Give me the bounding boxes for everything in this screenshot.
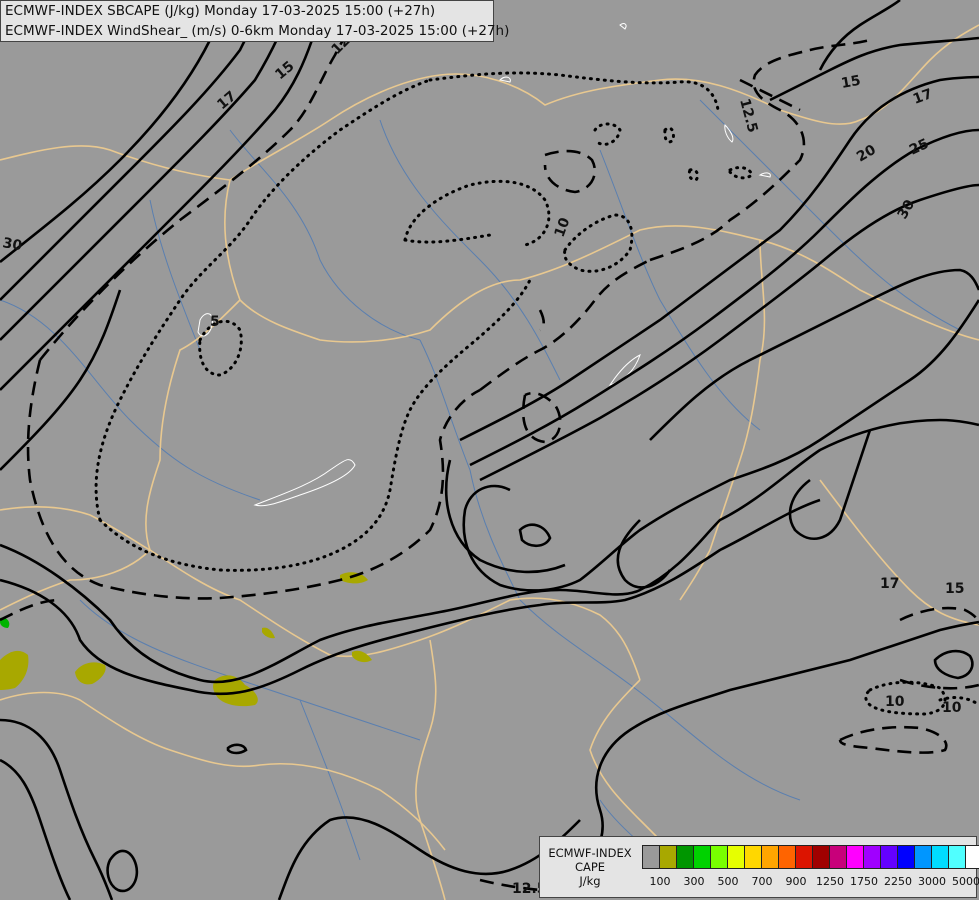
legend-swatch — [728, 846, 745, 868]
legend-tick-label: 900 — [785, 875, 807, 888]
title-line-windshear: ECMWF-INDEX WindShear_ (m/s) 0-6km Monda… — [5, 23, 510, 39]
contour-label: 30 — [1, 235, 23, 254]
legend-swatch — [677, 846, 694, 868]
contour-label: 15 — [840, 73, 862, 92]
legend-swatch — [898, 846, 915, 868]
legend-swatch — [847, 846, 864, 868]
contour-label: 5 — [210, 314, 220, 330]
map-title-box: ECMWF-INDEX SBCAPE (J/kg) Monday 17-03-2… — [0, 0, 510, 42]
legend-swatch — [660, 846, 677, 868]
legend-tick-label: 700 — [751, 875, 773, 888]
legend-title-line: CAPE — [574, 860, 606, 874]
legend-title: ECMWF-INDEX CAPE J/kg — [542, 846, 638, 888]
legend-swatch — [830, 846, 847, 868]
legend-tick-label: 1750 — [850, 875, 878, 888]
legend-swatch — [694, 846, 711, 868]
legend-tick-label: 500 — [717, 875, 739, 888]
legend-swatch — [643, 846, 660, 868]
contour-label: 10 — [942, 700, 962, 716]
legend-color-scale — [642, 845, 979, 869]
legend-swatch — [796, 846, 813, 868]
legend-swatch — [881, 846, 898, 868]
legend-swatch — [932, 846, 949, 868]
legend-swatch — [949, 846, 966, 868]
legend-swatch — [966, 846, 979, 868]
legend-swatch — [915, 846, 932, 868]
legend-tick-label: 5000 — [952, 875, 979, 888]
legend-tick-label: 2250 — [884, 875, 912, 888]
legend-tick-label: 100 — [649, 875, 671, 888]
legend-swatch — [813, 846, 830, 868]
title-line-cape: ECMWF-INDEX SBCAPE (J/kg) Monday 17-03-2… — [5, 3, 436, 19]
contour-label: 17 — [880, 576, 899, 592]
legend-title-line: ECMWF-INDEX — [548, 846, 632, 860]
legend-swatch — [745, 846, 762, 868]
contour-label: 10 — [885, 694, 905, 710]
legend-tick-label: 1250 — [816, 875, 844, 888]
map-background — [0, 0, 979, 900]
legend-swatch — [864, 846, 881, 868]
legend-swatch — [762, 846, 779, 868]
weather-map: 5 10 12.5 15 17 20 25 30 15 17 10 10 12.… — [0, 0, 979, 900]
legend-tick-label: 300 — [683, 875, 705, 888]
legend-swatch — [711, 846, 728, 868]
cape-legend: ECMWF-INDEX CAPE J/kg 100 300 500 700 900 125… — [539, 836, 979, 898]
legend-title-line: J/kg — [579, 874, 601, 888]
legend-tick-label: 3000 — [918, 875, 946, 888]
contour-label: 15 — [945, 581, 964, 597]
legend-swatch — [779, 846, 796, 868]
